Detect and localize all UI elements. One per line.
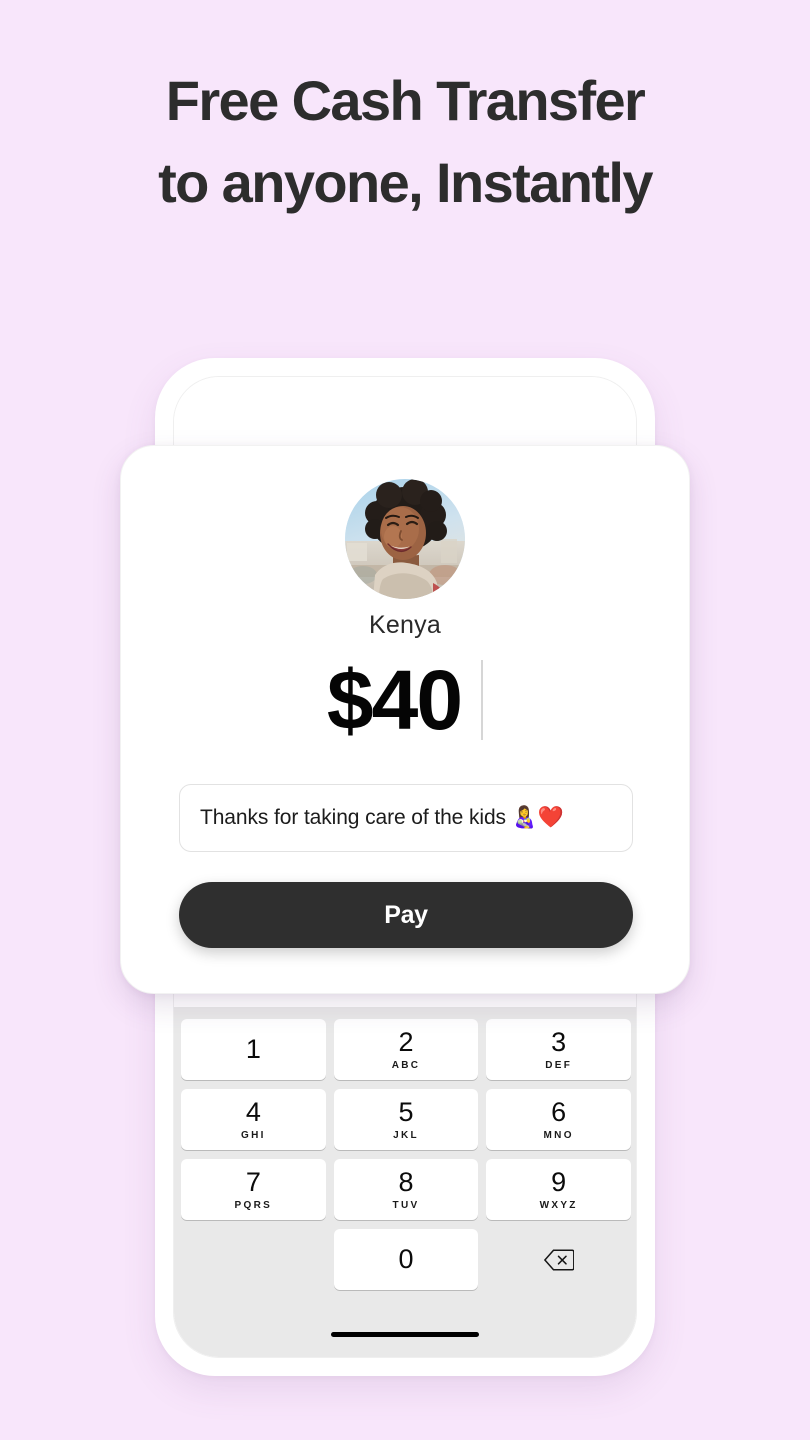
keypad-grid: 1 2 ABC 3 DEF 4 GHI 5 JKL 6 MNO 7 PQRS 8… — [181, 1019, 631, 1290]
key-2-letters: ABC — [391, 1059, 421, 1071]
key-3-letters: DEF — [545, 1059, 573, 1071]
recipient-name: Kenya — [369, 611, 441, 639]
pay-button[interactable]: Pay — [179, 882, 633, 948]
headline-line-1: Free Cash Transfer — [165, 69, 646, 132]
amount-row[interactable]: $40 — [121, 658, 689, 742]
note-input[interactable]: Thanks for taking care of the kids 👩‍🍼❤️ — [179, 784, 633, 852]
key-3-number: 3 — [551, 1026, 567, 1057]
key-6-number: 6 — [551, 1096, 567, 1127]
key-7[interactable]: 7 PQRS — [181, 1159, 326, 1220]
key-4-number: 4 — [245, 1096, 261, 1127]
amount-value: $40 — [326, 653, 463, 747]
user-photo-avatar-icon — [345, 479, 465, 599]
page-title: Free Cash Transfer to anyone, Instantly — [0, 60, 810, 224]
key-7-number: 7 — [245, 1166, 261, 1197]
key-6-letters: MNO — [543, 1129, 574, 1141]
key-8-letters: TUV — [392, 1199, 420, 1211]
text-cursor-caret — [481, 660, 484, 740]
key-9-letters: WXYZ — [539, 1199, 578, 1211]
key-6[interactable]: 6 MNO — [486, 1089, 631, 1150]
key-8[interactable]: 8 TUV — [333, 1159, 479, 1220]
key-9[interactable]: 9 WXYZ — [486, 1159, 631, 1220]
key-8-number: 8 — [398, 1166, 414, 1197]
key-1[interactable]: 1 — [181, 1019, 326, 1080]
key-3[interactable]: 3 DEF — [486, 1019, 631, 1080]
key-0-number: 0 — [398, 1244, 414, 1274]
key-4-letters: GHI — [240, 1129, 266, 1141]
key-1-number: 1 — [245, 1034, 261, 1064]
key-0[interactable]: 0 — [333, 1229, 479, 1290]
key-7-letters: PQRS — [234, 1199, 273, 1211]
headline-line-2: to anyone, Instantly — [158, 150, 653, 214]
key-5-letters: JKL — [393, 1129, 419, 1141]
key-2-number: 2 — [398, 1026, 414, 1057]
key-2[interactable]: 2 ABC — [333, 1019, 479, 1080]
key-blank — [181, 1229, 326, 1290]
payment-card: Kenya $40 Thanks for taking care of the … — [120, 445, 690, 994]
key-4[interactable]: 4 GHI — [181, 1089, 326, 1150]
note-input-value: Thanks for taking care of the kids 👩‍🍼❤️ — [200, 806, 564, 829]
avatar — [345, 479, 465, 599]
key-delete[interactable] — [486, 1229, 631, 1290]
key-5-number: 5 — [398, 1096, 414, 1127]
backspace-delete-icon — [543, 1248, 574, 1271]
key-5[interactable]: 5 JKL — [333, 1089, 479, 1150]
home-indicator-bar — [331, 1332, 479, 1337]
numeric-keypad: 1 2 ABC 3 DEF 4 GHI 5 JKL 6 MNO 7 PQRS 8… — [174, 1007, 636, 1357]
key-9-number: 9 — [551, 1166, 567, 1197]
